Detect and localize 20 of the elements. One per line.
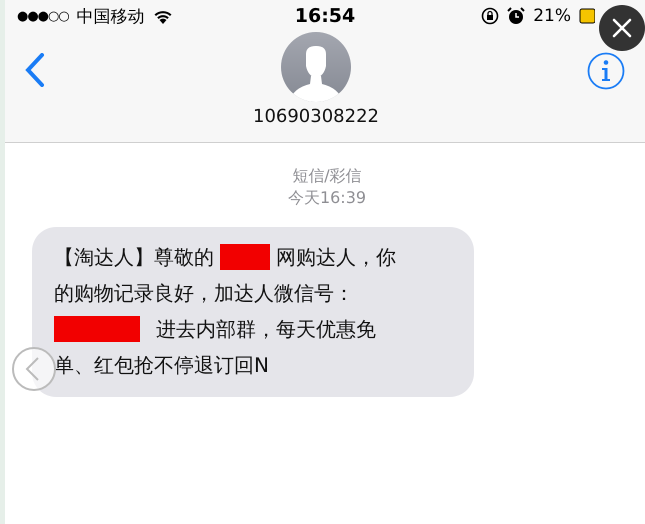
contact-number[interactable]: 10690308222 [253, 106, 379, 127]
wifi-icon [152, 8, 173, 24]
close-icon[interactable] [599, 5, 645, 51]
back-chevron-icon[interactable] [25, 53, 45, 87]
redaction-mark [220, 244, 270, 270]
carrier-name: 中国移动 [76, 6, 145, 28]
rotation-lock-icon [481, 7, 500, 25]
info-icon[interactable] [586, 52, 625, 90]
message-timestamp: 今天16:39 [288, 187, 366, 209]
battery-percentage: 21% [533, 6, 571, 26]
message-text: 单、红包抢不停退订回N [54, 352, 269, 379]
message-text: 的购物记录良好，加达人微信号： [54, 280, 354, 307]
message-type-label: 短信/彩信 [292, 165, 362, 187]
message-text: 【淘达人】尊敬的 [54, 244, 214, 271]
message-text: 网购达人，你 [276, 244, 396, 271]
signal-strength: ●●●○○ [17, 8, 69, 24]
battery-icon [579, 7, 595, 25]
message-text: 进去内部群，每天优惠免 [156, 316, 376, 343]
alarm-icon [507, 7, 526, 25]
clock-time: 16:54 [294, 5, 356, 27]
